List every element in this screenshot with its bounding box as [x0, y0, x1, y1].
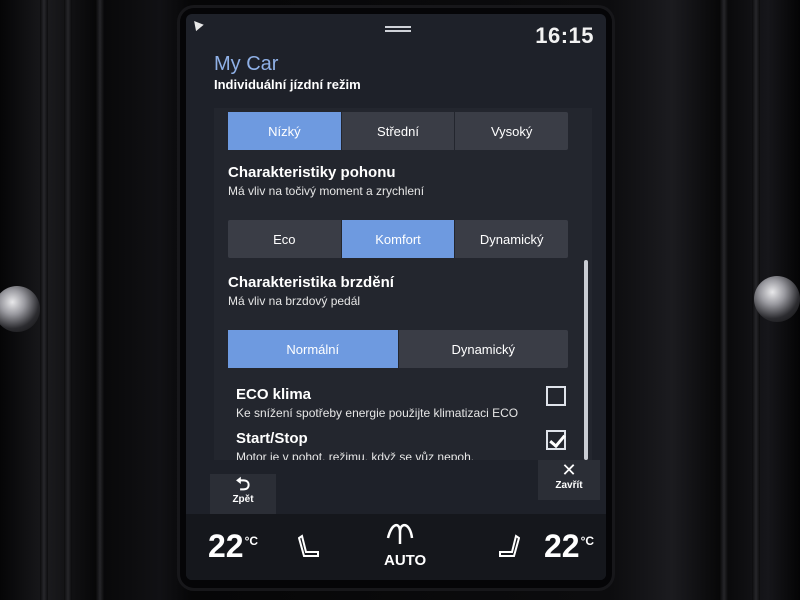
drive-characteristics-desc: Má vliv na točivý moment a zrychlení — [228, 184, 425, 198]
app-title: My Car — [214, 53, 279, 75]
start-stop-title: Start/Stop — [236, 430, 308, 447]
start-stop-row[interactable]: Start/Stop Motor je v pohot. režimu, kdy… — [228, 430, 578, 460]
right-temp-unit: °C — [580, 534, 595, 549]
left-temp-value: 22 — [208, 528, 244, 564]
seat-heat-right-icon[interactable] — [498, 534, 520, 560]
option-eco[interactable]: Eco — [228, 220, 342, 258]
eco-climate-desc: Ke snížení spotřeby energie použijte kli… — [236, 406, 519, 420]
fan-icon[interactable] — [382, 518, 418, 548]
option-komfort[interactable]: Komfort — [341, 220, 456, 258]
infotainment-screen: 16:15 My Car Individuální jízdní režim N… — [186, 14, 606, 580]
seat-heat-left-icon[interactable] — [298, 534, 320, 560]
back-label: Zpět — [232, 494, 254, 505]
air-vent — [96, 0, 104, 600]
scrollbar[interactable] — [584, 260, 588, 460]
status-bar: 16:15 — [186, 14, 606, 54]
option-nizky[interactable]: Nízký — [228, 112, 342, 150]
eco-climate-row[interactable]: ECO klima Ke snížení spotřeby energie po… — [228, 386, 578, 424]
settings-panel: Nízký Střední Vysoký Charakteristiky poh… — [214, 108, 592, 460]
level-selector: Nízký Střední Vysoký — [228, 112, 568, 150]
drive-characteristics-title: Charakteristiky pohonu — [228, 164, 396, 181]
brake-characteristics-desc: Má vliv na brzdový pedál — [228, 294, 361, 308]
eco-climate-title: ECO klima — [236, 386, 312, 403]
climate-bar: 22°C AUTO 22°C — [186, 514, 606, 580]
dashboard-photo: 16:15 My Car Individuální jízdní režim N… — [0, 0, 800, 600]
option-dynamicky-brake[interactable]: Dynamický — [399, 330, 569, 368]
close-button[interactable]: ✕ Zavřít — [538, 460, 600, 500]
close-icon: ✕ — [561, 460, 577, 480]
clock: 16:15 — [535, 23, 594, 48]
start-stop-checkbox[interactable] — [546, 430, 566, 450]
vent-knob — [754, 276, 800, 322]
option-normalni[interactable]: Normální — [228, 330, 399, 368]
drive-mode-selector: Eco Komfort Dynamický — [228, 220, 568, 258]
page-header: My Car Individuální jízdní režim — [214, 52, 361, 94]
right-temp-value: 22 — [544, 528, 580, 564]
page-subtitle: Individuální jízdní režim — [214, 77, 361, 92]
option-stredni[interactable]: Střední — [342, 112, 456, 150]
eco-climate-checkbox[interactable] — [546, 386, 566, 406]
auto-mode-label[interactable]: AUTO — [384, 552, 426, 569]
brake-mode-selector: Normální Dynamický — [228, 330, 568, 368]
brake-characteristics-title: Charakteristika brzdění — [228, 274, 394, 291]
option-dynamicky-drive[interactable]: Dynamický — [455, 220, 568, 258]
left-temp-unit: °C — [244, 534, 259, 549]
option-vysoky[interactable]: Vysoký — [455, 112, 568, 150]
right-temperature[interactable]: 22°C — [544, 528, 594, 565]
start-stop-desc: Motor je v pohot. režimu, když se vůz ne… — [236, 450, 475, 460]
back-arrow-icon: ⮌ — [235, 474, 251, 494]
pull-down-handle-icon[interactable] — [385, 26, 411, 32]
vent-knob — [0, 286, 40, 332]
air-vent — [64, 0, 72, 600]
checkmark-icon — [549, 430, 566, 449]
back-button[interactable]: ⮌ Zpět — [210, 474, 276, 514]
air-vent — [40, 0, 48, 600]
air-vent — [720, 0, 728, 600]
navigation-arrow-icon — [190, 17, 204, 32]
left-temperature[interactable]: 22°C — [208, 528, 258, 565]
close-label: Zavřít — [555, 480, 583, 491]
